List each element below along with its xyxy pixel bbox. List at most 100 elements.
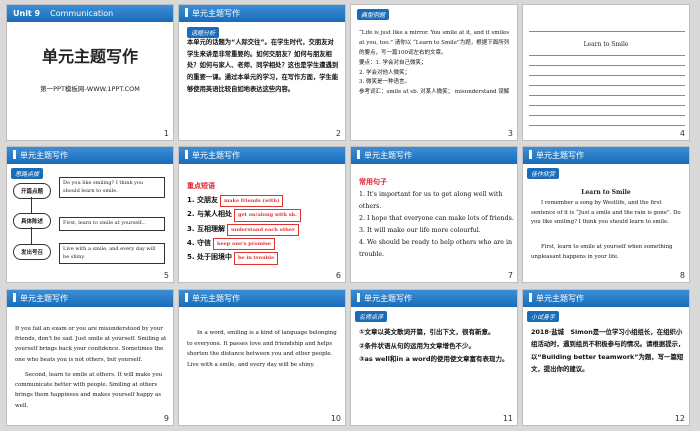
slide-header: 单元主题写作 (351, 147, 517, 164)
answer-box: be in trouble (233, 252, 279, 265)
slide-7[interactable]: 单元主题写作 常用句子 1. It's important for us to … (350, 146, 518, 283)
slide-number: 10 (330, 414, 341, 423)
slide-number: 7 (507, 271, 513, 280)
comment-item: ①文章以英文歌词开篇，引出下文，很有新意。 (359, 328, 495, 336)
writing-line (529, 85, 685, 86)
slide-4[interactable]: Learn to Smile 4 (522, 4, 690, 141)
slide-number: 12 (674, 414, 685, 423)
slide-1[interactable]: Unit 9 Communication 单元主题写作 第一PPT模板网-WWW.… (6, 4, 174, 141)
writing-line (529, 75, 685, 76)
writing-line (529, 55, 685, 56)
tag-label: 名师点评 (355, 311, 388, 322)
flow-box: First, learn to smile at yourself... (59, 217, 165, 231)
header-text: 单元主题写作 (192, 294, 240, 303)
flow-connector (31, 197, 32, 213)
writing-line (529, 31, 685, 32)
flow-step: 开篇点题 (13, 183, 51, 199)
slide-header: Unit 9 Communication (7, 5, 173, 22)
header-text: 单元主题写作 (364, 294, 412, 303)
essay-para: I remember a song by Westlife, and the f… (531, 200, 681, 226)
comment-item: ③as well和in a word的使用使文章富有表现力。 (359, 355, 509, 364)
header-text: Communication (50, 9, 114, 18)
slide-number: 5 (163, 271, 169, 280)
site-text: 第一PPT模板网-WWW.1PPT.COM (40, 85, 140, 93)
slide-header: 单元主题写作 (179, 147, 345, 164)
header-text: 单元主题写作 (20, 294, 68, 303)
section-label: 常用句子 (359, 178, 387, 186)
phrase-item: 4. 守信 keep one's promise (187, 236, 343, 251)
slide-title: Learn to Smile (583, 41, 629, 48)
slide-number: 6 (335, 271, 341, 280)
header-text: 单元主题写作 (192, 151, 240, 160)
slide-11[interactable]: 单元主题写作 名师点评 ①文章以英文歌词开篇，引出下文，很有新意。 ②条件状语从… (350, 289, 518, 426)
slide-title: 单元主题写作 (41, 47, 138, 66)
flow-box: Do you like smiling? I think you should … (59, 177, 165, 198)
slide-header: 单元主题写作 (179, 290, 345, 307)
comment-item: ②条件状语从句的运用为文章增色不少。 (359, 341, 476, 350)
slide-header: 单元主题写作 (523, 290, 689, 307)
header-text: 单元主题写作 (20, 151, 68, 160)
slide-header: 单元主题写作 (351, 290, 517, 307)
answer-box: get on/along with sb. (233, 209, 301, 222)
slide-number: 9 (163, 414, 169, 423)
phrase-item: 5. 处于困境中 be in trouble (187, 250, 343, 265)
header-text: 单元主题写作 (536, 294, 584, 303)
slide-number: 4 (679, 129, 685, 138)
phrase-item: 2. 与某人相处 get on/along with sb. (187, 207, 343, 222)
essay-para: In a word, smiling is a kind of language… (187, 330, 337, 369)
slide-5[interactable]: 单元主题写作 思路点拨 开篇点题 具体陈述 发出号召 Do you like s… (6, 146, 174, 283)
header-text: 单元主题写作 (192, 9, 240, 18)
body-text: 本单元的话题为“人际交往”。在学生时代，交朋友对学生来讲是非常重要的。如何交朋友… (187, 39, 339, 93)
flow-step: 发出号召 (13, 244, 51, 260)
header-text: 单元主题写作 (364, 151, 412, 160)
phrase-item: 1. 交朋友 make friends (with) (187, 193, 343, 208)
slide-3[interactable]: 典型例题 “Life is just like a mirror. You sm… (350, 4, 518, 141)
tag-label: 思路点拨 (11, 168, 44, 179)
sentence-item: 1. It's important for us to get along we… (359, 191, 503, 210)
slide-number: 2 (335, 129, 341, 138)
answer-box: keep one's promise (212, 238, 275, 251)
slide-6[interactable]: 单元主题写作 重点短语 1. 交朋友 make friends (with) 2.… (178, 146, 346, 283)
slide-number: 3 (507, 129, 513, 138)
point-line: 要点：1. 学会对自己微笑； (359, 59, 427, 66)
body-text: “Life is just like a mirror. You smile a… (359, 29, 511, 98)
slide-number: 8 (679, 271, 685, 280)
unit-label: Unit 9 (13, 9, 41, 18)
tag-label: 典型例题 (357, 9, 390, 20)
tag-label: 小试身手 (527, 311, 560, 322)
slide-9[interactable]: 单元主题写作 If you fail an exam or you are mi… (6, 289, 174, 426)
section-label: 重点短语 (187, 182, 215, 190)
vocab-line: 参考词汇：smile at sb. 对某人微笑； misunderstand 误… (359, 89, 510, 96)
flow-box: Live with a smile, and every day will be… (59, 243, 165, 264)
slide-8[interactable]: 单元主题写作 佳作欣赏 Learn to Smile I remember a … (522, 146, 690, 283)
sentence-item: 2. I hope that everyone can make lots of… (359, 214, 514, 222)
essay-para: If you fail an exam or you are misunders… (15, 326, 167, 363)
slide-10[interactable]: 单元主题写作 In a word, smiling is a kind of l… (178, 289, 346, 426)
flow-connector (31, 227, 32, 244)
essay-para: Second, learn to smile at others. It wil… (15, 372, 163, 409)
answer-box: understand each other (226, 223, 299, 236)
tag-label: 佳作欣赏 (527, 168, 560, 179)
header-text: 单元主题写作 (536, 151, 584, 160)
writing-line (529, 95, 685, 96)
slide-number: 1 (163, 129, 169, 138)
flow-step: 具体陈述 (13, 213, 51, 229)
comment-list: ①文章以英文歌词开篇，引出下文，很有新意。 ②条件状语从句的运用为文章增色不少。… (359, 326, 515, 367)
point-line: 3. 微笑是一种语言。 (359, 79, 410, 86)
essay-para: First, learn to smile at yourself when s… (531, 244, 673, 260)
essay-title: Learn to Smile (581, 189, 631, 196)
sentence-item: 4. We should be ready to help others who… (359, 238, 513, 258)
phrase-item: 3. 互相理解 understand each other (187, 222, 343, 236)
slide-12[interactable]: 单元主题写作 小试身手 2018·盐城 Simon是一位学习小组组长，在组织小组… (522, 289, 690, 426)
point-line: 2. 学会对他人微笑； (359, 69, 410, 76)
slide-number: 11 (502, 414, 513, 423)
writing-line (529, 65, 685, 66)
writing-line (529, 105, 685, 106)
prompt-line: “Life is just like a mirror. You smile a… (359, 30, 510, 56)
writing-line (529, 125, 685, 126)
phrase-list: 1. 交朋友 make friends (with) 2. 与某人相处 get on… (187, 193, 343, 265)
slide-2[interactable]: 单元主题写作 话题分析 本单元的话题为“人际交往”。在学生时代，交朋友对学生来讲… (178, 4, 346, 141)
task-text: 2018·盐城 Simon是一位学习小组组长，在组织小组活动时，遇到组员不积极参… (531, 328, 685, 374)
slide-header: 单元主题写作 (179, 5, 345, 22)
slide-header: 单元主题写作 (7, 147, 173, 164)
